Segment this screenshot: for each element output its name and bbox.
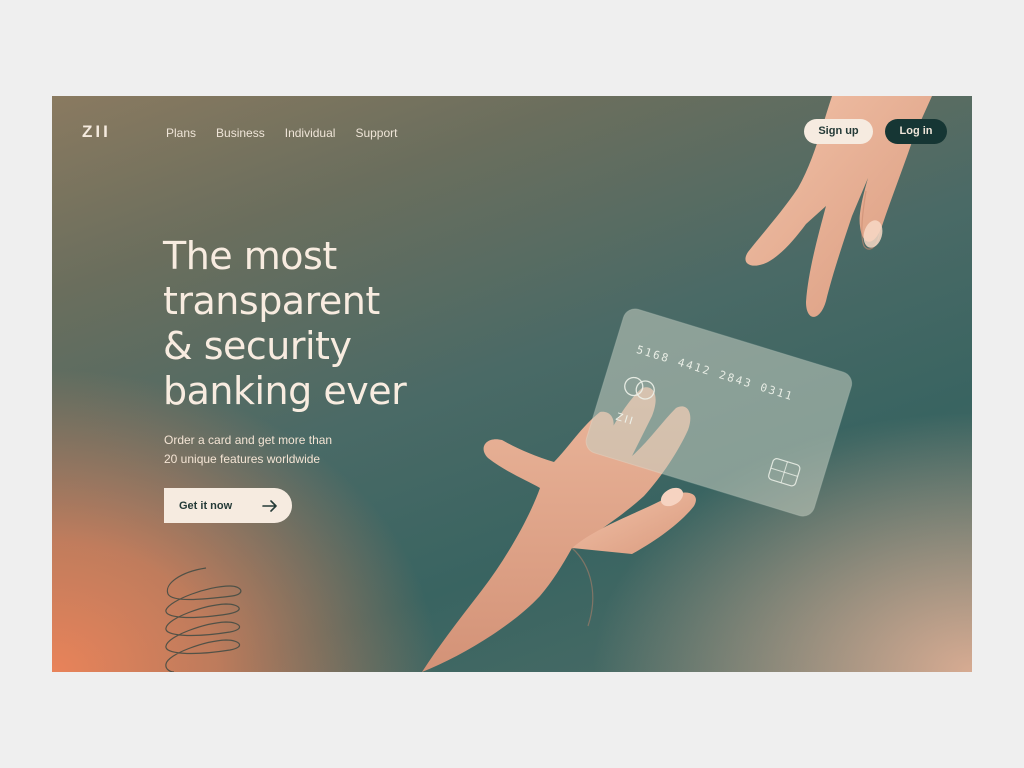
headline-line: & security — [163, 324, 352, 368]
main-nav: Plans Business Individual Support — [166, 126, 397, 140]
subtitle-line: Order a card and get more than — [164, 433, 333, 447]
nav-link-support[interactable]: Support — [355, 126, 397, 140]
cta-label: Get it now — [179, 499, 233, 512]
logo[interactable]: ZII — [82, 122, 111, 142]
get-it-now-button[interactable]: Get it now — [164, 488, 292, 523]
arrow-right-icon — [262, 499, 277, 512]
nav-link-plans[interactable]: Plans — [166, 126, 196, 140]
spiral-decoration — [165, 567, 242, 672]
hands-card-illustration: 5168 4412 2843 0311 ZII — [422, 96, 932, 672]
nav-link-individual[interactable]: Individual — [285, 126, 336, 140]
hero-subtitle: Order a card and get more than 20 unique… — [164, 431, 384, 469]
hero-headline: The most transparent & security banking … — [163, 234, 407, 414]
headline-line: banking ever — [163, 369, 407, 413]
hero-section: 5168 4412 2843 0311 ZII ZII Plans Busine… — [52, 96, 972, 672]
login-button[interactable]: Log in — [885, 119, 947, 144]
signup-button[interactable]: Sign up — [804, 119, 873, 144]
headline-line: transparent — [163, 279, 380, 323]
headline-line: The most — [163, 234, 337, 278]
nav-link-business[interactable]: Business — [216, 126, 265, 140]
subtitle-line: 20 unique features worldwide — [164, 452, 321, 466]
